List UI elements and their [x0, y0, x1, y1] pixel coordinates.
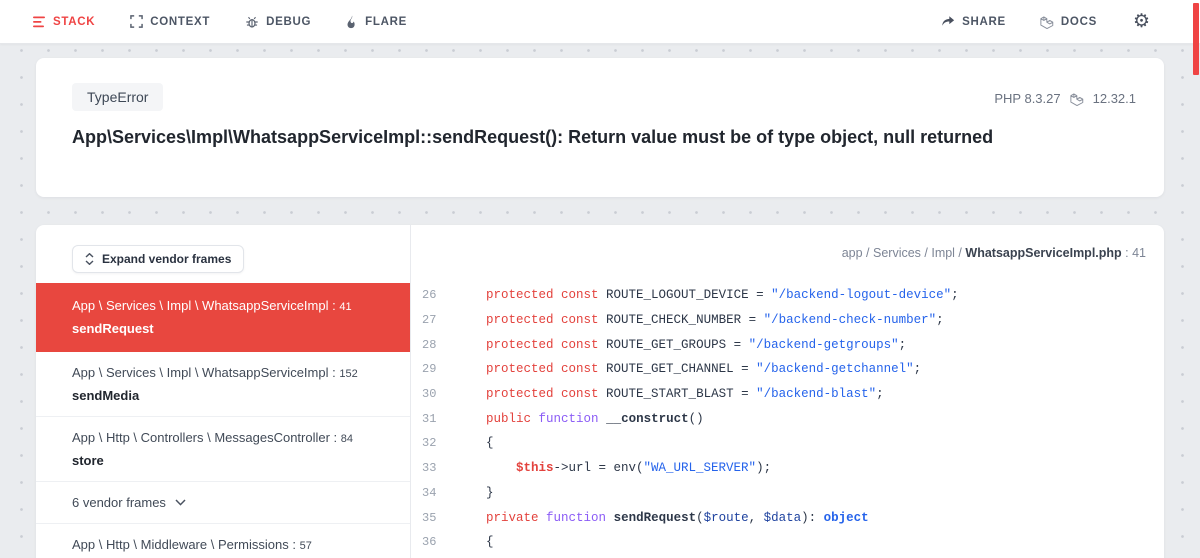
code-line: 31public function __construct(): [411, 406, 1164, 431]
frame-line-number: 57: [300, 540, 312, 552]
chevron-down-icon: [175, 499, 186, 506]
top-nav-bar: STACK CONTEXT DEBUG FLARE SHA: [0, 0, 1200, 44]
context-frame-icon: [130, 15, 143, 28]
code-line-content: private function sendRequest($route, $da…: [456, 511, 869, 525]
code-line-content: protected const ROUTE_LOGOUT_DEVICE = "/…: [456, 288, 959, 302]
code-line: 28protected const ROUTE_GET_GROUPS = "/b…: [411, 332, 1164, 357]
docs-label: DOCS: [1061, 16, 1097, 28]
nav-tabs: STACK CONTEXT DEBUG FLARE: [33, 15, 407, 29]
laravel-version: 12.32.1: [1093, 91, 1136, 106]
vendor-frames-toggle[interactable]: 6 vendor frames: [36, 482, 410, 524]
line-number: 27: [411, 313, 456, 327]
tab-stack-label: STACK: [53, 16, 95, 28]
code-line: 27protected const ROUTE_CHECK_NUMBER = "…: [411, 308, 1164, 333]
line-number: 35: [411, 511, 456, 525]
code-line-content: {: [456, 535, 494, 549]
expand-vendor-frames-button[interactable]: Expand vendor frames: [72, 245, 244, 273]
error-message: App\Services\Impl\WhatsappServiceImpl::s…: [72, 126, 1124, 149]
breadcrumb-file: WhatsappServiceImpl.php: [965, 246, 1121, 260]
line-number: 36: [411, 535, 456, 549]
code-line: 30protected const ROUTE_START_BLAST = "/…: [411, 382, 1164, 407]
code-line: 32{: [411, 431, 1164, 456]
frame-method: sendRequest: [72, 318, 396, 339]
frame-path: App \ Http \ Middleware \ Permissions : …: [72, 534, 396, 557]
line-number: 31: [411, 412, 456, 426]
tab-debug[interactable]: DEBUG: [245, 15, 311, 29]
stack-frame[interactable]: App \ Http \ Middleware \ Permissions : …: [36, 524, 410, 558]
expand-vendor-frames-label: Expand vendor frames: [102, 252, 231, 266]
breadcrumb-line-number: : 41: [1122, 246, 1146, 260]
stack-frame[interactable]: App \ Services \ Impl \ WhatsappServiceI…: [36, 352, 410, 417]
laravel-logo-icon: [1070, 92, 1084, 106]
stack-frames-list: App \ Services \ Impl \ WhatsappServiceI…: [36, 283, 410, 558]
line-number: 32: [411, 436, 456, 450]
frame-method: sendMedia: [72, 385, 396, 406]
gear-icon[interactable]: ⚙: [1133, 12, 1150, 31]
frame-method: store: [72, 450, 396, 471]
code-line-content: protected const ROUTE_GET_CHANNEL = "/ba…: [456, 362, 921, 376]
frame-line-number: 84: [341, 433, 353, 445]
frame-path: App \ Services \ Impl \ WhatsappServiceI…: [72, 362, 396, 385]
share-button[interactable]: SHARE: [941, 15, 1006, 28]
nav-actions: SHARE DOCS ⚙: [941, 12, 1150, 31]
stack-frame[interactable]: App \ Http \ Controllers \ MessagesContr…: [36, 417, 410, 482]
frame-path: App \ Http \ Controllers \ MessagesContr…: [72, 427, 396, 450]
line-number: 26: [411, 288, 456, 302]
tab-stack[interactable]: STACK: [33, 16, 95, 28]
code-line-content: $this->url = env("WA_URL_SERVER");: [456, 461, 771, 475]
share-label: SHARE: [962, 16, 1006, 28]
laravel-logo-icon: [1040, 15, 1054, 29]
line-number: 30: [411, 387, 456, 401]
bug-icon: [245, 15, 259, 29]
tab-debug-label: DEBUG: [266, 16, 311, 28]
stack-trace-card: Expand vendor frames App \ Services \ Im…: [36, 225, 1164, 558]
docs-button[interactable]: DOCS: [1040, 15, 1097, 29]
code-line-content: protected const ROUTE_START_BLAST = "/ba…: [456, 387, 884, 401]
frame-line-number: 41: [339, 301, 351, 313]
file-breadcrumb: app / Services / Impl / WhatsappServiceI…: [842, 246, 1146, 260]
tab-context[interactable]: CONTEXT: [130, 15, 210, 28]
sort-arrows-icon: [85, 253, 94, 265]
php-version: PHP 8.3.27: [994, 91, 1060, 106]
code-line: 29protected const ROUTE_GET_CHANNEL = "/…: [411, 357, 1164, 382]
code-snippet-panel: app / Services / Impl / WhatsappServiceI…: [411, 225, 1164, 558]
code-line-content: protected const ROUTE_GET_GROUPS = "/bac…: [456, 338, 906, 352]
vendor-frames-label: 6 vendor frames: [72, 495, 166, 510]
code-line: 36{: [411, 530, 1164, 555]
code-line-content: {: [456, 436, 494, 450]
stack-frames-panel: Expand vendor frames App \ Services \ Im…: [36, 225, 411, 558]
line-number: 33: [411, 461, 456, 475]
line-number: 29: [411, 362, 456, 376]
line-number: 28: [411, 338, 456, 352]
tab-flare-label: FLARE: [365, 16, 407, 28]
code-lines: 26protected const ROUTE_LOGOUT_DEVICE = …: [411, 283, 1164, 555]
code-line: 33$this->url = env("WA_URL_SERVER");: [411, 456, 1164, 481]
tab-flare[interactable]: FLARE: [346, 15, 407, 29]
stack-frame[interactable]: App \ Services \ Impl \ WhatsappServiceI…: [36, 283, 410, 352]
frame-line-number: 152: [339, 368, 357, 380]
share-arrow-icon: [941, 15, 955, 28]
line-number: 34: [411, 486, 456, 500]
code-line-content: public function __construct(): [456, 412, 704, 426]
code-line: 34}: [411, 481, 1164, 506]
stack-lines-icon: [33, 16, 46, 28]
code-line-content: protected const ROUTE_CHECK_NUMBER = "/b…: [456, 313, 944, 327]
flare-flame-icon: [346, 15, 358, 29]
scrollbar-thumb[interactable]: [1193, 3, 1199, 75]
environment-meta: PHP 8.3.27 12.32.1: [994, 91, 1136, 106]
exception-class-badge: TypeError: [72, 83, 163, 111]
breadcrumb-path: app / Services / Impl /: [842, 246, 966, 260]
frame-path: App \ Services \ Impl \ WhatsappServiceI…: [72, 295, 396, 318]
code-line: 26protected const ROUTE_LOGOUT_DEVICE = …: [411, 283, 1164, 308]
error-summary-card: TypeError PHP 8.3.27 12.32.1 App\Service…: [36, 58, 1164, 197]
tab-context-label: CONTEXT: [150, 16, 210, 28]
code-line-content: }: [456, 486, 494, 500]
code-line: 35private function sendRequest($route, $…: [411, 505, 1164, 530]
